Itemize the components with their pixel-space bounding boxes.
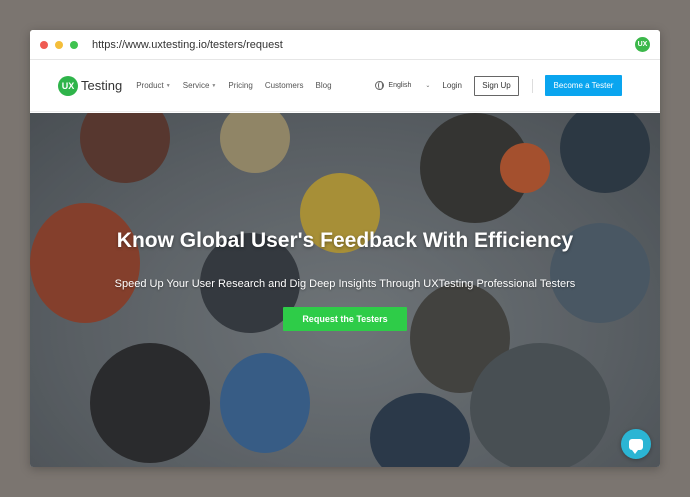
logo-badge: UX — [58, 75, 78, 96]
signup-button[interactable]: Sign Up — [474, 75, 519, 96]
menu-item-product[interactable]: Product ▼ — [136, 81, 171, 90]
browser-toolbar: https://www.uxtesting.io/testers/request… — [30, 30, 660, 60]
language-selector[interactable]: English ⌄ — [375, 81, 430, 90]
menu-item-pricing[interactable]: Pricing — [228, 81, 252, 90]
site-header: UX Testing Product ▼ Service ▼ Pricing Cus… — [30, 60, 660, 112]
chevron-down-icon: ▼ — [165, 82, 171, 89]
chevron-down-icon: ▼ — [211, 82, 217, 89]
menu-item-blog[interactable]: Blog — [316, 81, 332, 90]
main-menu: Product ▼ Service ▼ Pricing Customers Blog — [136, 81, 331, 90]
maximize-window-button[interactable] — [70, 40, 78, 49]
chevron-down-icon: ⌄ — [425, 83, 431, 89]
chat-icon — [629, 438, 643, 454]
header-actions: English ⌄ Login Sign Up Become a Tester — [375, 75, 622, 96]
chat-widget-button[interactable] — [621, 429, 651, 459]
menu-item-service[interactable]: Service ▼ — [183, 81, 217, 90]
header-divider — [532, 78, 533, 93]
hero-banner: Know Global User's Feedback With Efficie… — [30, 113, 660, 467]
hero-subtitle: Speed Up Your User Research and Dig Deep… — [114, 278, 576, 290]
hero-overlay — [30, 113, 660, 467]
address-bar[interactable]: https://www.uxtesting.io/testers/request — [92, 39, 283, 51]
window-controls — [40, 40, 78, 49]
browser-window: https://www.uxtesting.io/testers/request… — [30, 30, 660, 467]
site-logo[interactable]: UX Testing — [58, 75, 123, 96]
menu-item-customers[interactable]: Customers — [265, 81, 304, 90]
globe-icon — [375, 81, 385, 90]
login-link[interactable]: Login — [442, 81, 462, 90]
close-window-button[interactable] — [40, 40, 48, 49]
hero-title: Know Global User's Feedback With Efficie… — [116, 229, 574, 252]
language-label: English — [388, 82, 412, 89]
become-tester-button[interactable]: Become a Tester — [545, 75, 622, 96]
request-testers-button[interactable]: Request the Testers — [283, 307, 407, 331]
extension-icon[interactable]: UX — [635, 37, 650, 52]
logo-text: Testing — [81, 78, 123, 93]
minimize-window-button[interactable] — [55, 40, 63, 49]
